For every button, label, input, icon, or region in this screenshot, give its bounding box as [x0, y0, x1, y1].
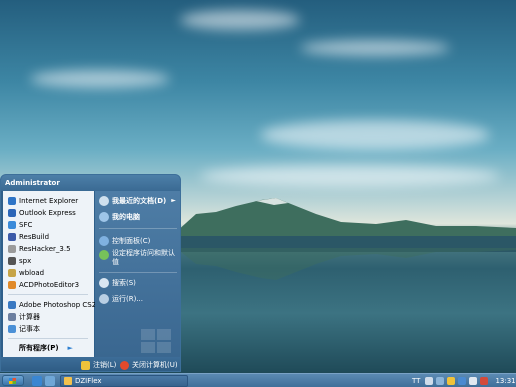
start-menu-right-pane: 我最近的文档(D) ► 我的电脑 控制面板(C) 设定程序访问和默认值 搜索(S…	[95, 191, 180, 357]
search-icon	[99, 277, 109, 288]
program-access-icon	[99, 250, 109, 260]
calculator-icon	[8, 312, 16, 321]
recent-calculator[interactable]: 计算器	[8, 311, 40, 322]
my-computer-icon	[99, 211, 109, 222]
item-label: 我最近的文档(D)	[112, 196, 167, 205]
item-label: 计算器	[19, 312, 40, 321]
windows-flag-icon	[9, 378, 16, 384]
run-icon	[99, 293, 109, 304]
pinned-outlook-express[interactable]: Outlook Express	[8, 207, 76, 218]
start-menu-footer: 注销(L) 关闭计算机(U)	[1, 357, 180, 371]
taskbar: DZIFlex TT 13:31	[0, 373, 516, 387]
cloud	[260, 120, 490, 150]
cloud	[30, 70, 170, 88]
cloud	[180, 10, 300, 30]
resbuild-icon	[8, 232, 16, 241]
notepad-icon	[8, 324, 16, 333]
security-alert-icon[interactable]	[480, 377, 489, 385]
divider	[99, 228, 177, 229]
shutdown-button[interactable]: 关闭计算机(U)	[120, 360, 178, 370]
all-programs-label: 所有程序(P)	[19, 344, 59, 352]
user-name: Administrator	[1, 175, 180, 191]
item-label: ACDPhotoEditor3	[19, 280, 80, 289]
arrow-right-icon: ►	[67, 344, 73, 352]
logoff-button[interactable]: 注销(L)	[81, 360, 116, 370]
search[interactable]: 搜索(S)	[99, 277, 136, 288]
outlook-icon	[8, 208, 16, 217]
task-label: DZIFlex	[75, 377, 102, 385]
all-programs-button[interactable]: 所有程序(P) ►	[19, 343, 73, 353]
logoff-label: 注销(L)	[93, 361, 117, 369]
pinned-wbload[interactable]: wbload	[8, 267, 44, 278]
item-label: wbload	[19, 268, 45, 277]
network-icon[interactable]	[458, 377, 467, 385]
start-menu-left-pane: Internet Explorer Outlook Express SFC Re…	[3, 191, 96, 357]
wbload-icon	[8, 268, 16, 277]
reshacker-icon	[8, 244, 16, 253]
clock[interactable]: 13:31	[495, 377, 515, 385]
item-label: SFC	[19, 220, 33, 229]
taskbar-button-dziflex[interactable]: DZIFlex	[60, 375, 188, 387]
keyboard-icon[interactable]	[425, 377, 434, 385]
logoff-icon	[81, 360, 90, 370]
cloud	[300, 40, 450, 56]
divider	[99, 272, 177, 273]
item-label: 运行(R)...	[112, 294, 144, 303]
pinned-reshacker[interactable]: ResHacker_3.5	[8, 243, 71, 254]
pinned-acdphotoeditor[interactable]: ACDPhotoEditor3	[8, 279, 79, 290]
item-label: spx	[19, 256, 32, 265]
my-computer[interactable]: 我的电脑	[99, 211, 140, 222]
folder-icon	[64, 377, 72, 385]
recent-notepad[interactable]: 记事本	[8, 323, 40, 334]
mountains	[176, 198, 516, 252]
item-label: 记事本	[19, 324, 40, 333]
my-recent-documents[interactable]: 我最近的文档(D) ►	[99, 195, 176, 206]
submenu-arrow-icon: ►	[171, 197, 176, 204]
item-label: 控制面板(C)	[112, 236, 151, 245]
power-icon	[120, 360, 129, 370]
item-label: Outlook Express	[19, 208, 76, 217]
shield-icon[interactable]	[447, 377, 456, 385]
cloud	[200, 165, 500, 187]
recent-docs-icon	[99, 195, 109, 206]
system-tray: TT 13:31	[406, 374, 516, 387]
volume-icon[interactable]	[469, 377, 478, 385]
recent-photoshop[interactable]: Adobe Photoshop CS2	[8, 299, 96, 310]
item-label: 搜索(S)	[112, 278, 136, 287]
photoshop-icon	[8, 300, 16, 309]
sfc-icon	[8, 220, 16, 229]
item-label: ResHacker_3.5	[19, 244, 71, 253]
control-panel-icon	[99, 235, 109, 246]
pinned-resbuild[interactable]: ResBuild	[8, 231, 49, 242]
control-panel[interactable]: 控制面板(C)	[99, 235, 150, 246]
ie-quicklaunch-icon[interactable]	[32, 376, 42, 386]
item-label: 我的电脑	[112, 212, 140, 221]
item-label: Internet Explorer	[19, 196, 79, 205]
start-menu: Administrator Internet Explorer Outlook …	[0, 174, 181, 372]
set-program-access[interactable]: 设定程序访问和默认值	[99, 249, 179, 269]
acd-icon	[8, 280, 16, 289]
tray-arrow-icon[interactable]	[436, 377, 445, 385]
start-button[interactable]	[2, 375, 24, 386]
ie-icon	[8, 196, 16, 205]
mountain-reflection	[176, 248, 516, 280]
divider	[8, 338, 88, 339]
divider	[8, 294, 88, 295]
show-desktop-icon[interactable]	[45, 376, 55, 386]
tray-text[interactable]: TT	[412, 377, 420, 385]
pinned-sfc[interactable]: SFC	[8, 219, 32, 230]
shutdown-label: 关闭计算机(U)	[132, 361, 178, 369]
windows-logo-watermark	[141, 329, 171, 353]
item-label: Adobe Photoshop CS2	[19, 300, 97, 309]
item-label: 设定程序访问和默认值	[112, 249, 175, 266]
pinned-internet-explorer[interactable]: Internet Explorer	[8, 195, 78, 206]
run[interactable]: 运行(R)...	[99, 293, 143, 304]
pinned-spx[interactable]: spx	[8, 255, 31, 266]
item-label: ResBuild	[19, 232, 50, 241]
spx-icon	[8, 256, 16, 265]
